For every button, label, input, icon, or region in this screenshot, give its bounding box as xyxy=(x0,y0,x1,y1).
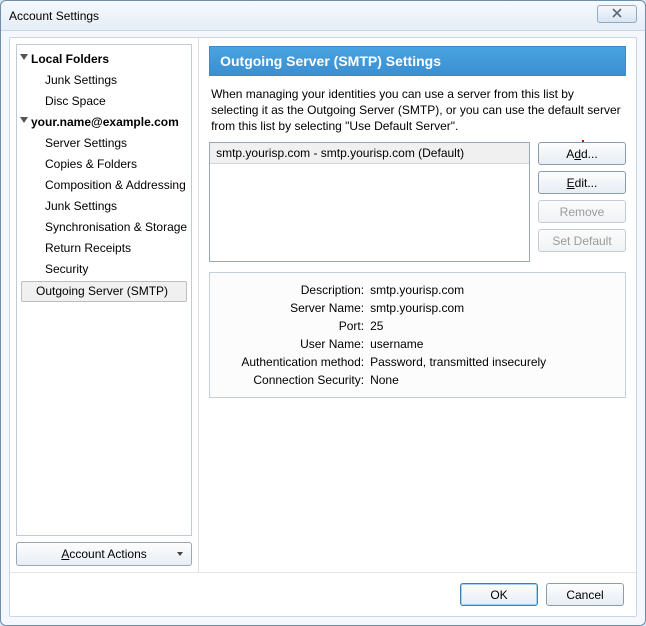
content-area: Local Folders Junk Settings Disc Space y… xyxy=(9,37,637,617)
add-button-label: Add... xyxy=(566,147,597,161)
smtp-server-list-item[interactable]: smtp.yourisp.com - smtp.yourisp.com (Def… xyxy=(210,143,529,164)
dialog-footer: OK Cancel xyxy=(10,572,636,616)
detail-value-description: smtp.yourisp.com xyxy=(370,281,615,299)
detail-value-conn-security: None xyxy=(370,371,615,389)
tree-sync-storage[interactable]: Synchronisation & Storage xyxy=(17,217,191,238)
detail-label-user-name: User Name: xyxy=(220,335,370,353)
add-button[interactable]: Add... xyxy=(538,142,626,165)
tree-junk-settings-local[interactable]: Junk Settings xyxy=(17,70,191,91)
detail-value-server-name: smtp.yourisp.com xyxy=(370,299,615,317)
tree-security[interactable]: Security xyxy=(17,259,191,280)
chevron-down-icon xyxy=(177,552,183,556)
account-actions-label: Account Actions xyxy=(61,547,146,561)
close-icon xyxy=(611,8,623,21)
set-default-button[interactable]: Set Default xyxy=(538,229,626,252)
account-actions-button[interactable]: Account Actions xyxy=(16,542,192,566)
account-tree[interactable]: Local Folders Junk Settings Disc Space y… xyxy=(16,44,192,536)
tree-composition-addressing[interactable]: Composition & Addressing xyxy=(17,175,191,196)
tree-outgoing-server-smtp[interactable]: Outgoing Server (SMTP) xyxy=(21,281,187,302)
edit-button-label: Edit... xyxy=(567,176,598,190)
ok-button-label: OK xyxy=(490,588,507,602)
detail-label-conn-security: Connection Security: xyxy=(220,371,370,389)
tree-return-receipts[interactable]: Return Receipts xyxy=(17,238,191,259)
detail-label-server-name: Server Name: xyxy=(220,299,370,317)
tree-local-folders[interactable]: Local Folders xyxy=(17,49,191,70)
edit-button[interactable]: Edit... xyxy=(538,171,626,194)
detail-label-port: Port: xyxy=(220,317,370,335)
main-panel: Outgoing Server (SMTP) Settings When man… xyxy=(199,38,636,572)
detail-value-port: 25 xyxy=(370,317,615,335)
detail-label-auth-method: Authentication method: xyxy=(220,353,370,371)
titlebar: Account Settings xyxy=(1,1,645,31)
tree-junk-settings-account[interactable]: Junk Settings xyxy=(17,196,191,217)
cancel-button-label: Cancel xyxy=(566,588,603,602)
set-default-button-label: Set Default xyxy=(552,234,611,248)
tree-account[interactable]: your.name@example.com xyxy=(17,112,191,133)
smtp-server-list[interactable]: smtp.yourisp.com - smtp.yourisp.com (Def… xyxy=(209,142,530,262)
detail-value-user-name: username xyxy=(370,335,615,353)
smtp-details-panel: Description: smtp.yourisp.com Server Nam… xyxy=(209,272,626,398)
ok-button[interactable]: OK xyxy=(460,583,538,606)
detail-label-description: Description: xyxy=(220,281,370,299)
panel-title: Outgoing Server (SMTP) Settings xyxy=(209,46,626,76)
panel-description: When managing your identities you can us… xyxy=(209,76,626,142)
detail-value-auth-method: Password, transmitted insecurely xyxy=(370,353,615,371)
window-title: Account Settings xyxy=(9,9,99,23)
close-button[interactable] xyxy=(597,5,637,23)
account-settings-window: Account Settings Local Folders Junk Sett… xyxy=(0,0,646,626)
tree-disc-space[interactable]: Disc Space xyxy=(17,91,191,112)
remove-button[interactable]: Remove xyxy=(538,200,626,223)
remove-button-label: Remove xyxy=(560,205,605,219)
tree-copies-folders[interactable]: Copies & Folders xyxy=(17,154,191,175)
sidebar: Local Folders Junk Settings Disc Space y… xyxy=(10,38,199,572)
cancel-button[interactable]: Cancel xyxy=(546,583,624,606)
tree-server-settings[interactable]: Server Settings xyxy=(17,133,191,154)
